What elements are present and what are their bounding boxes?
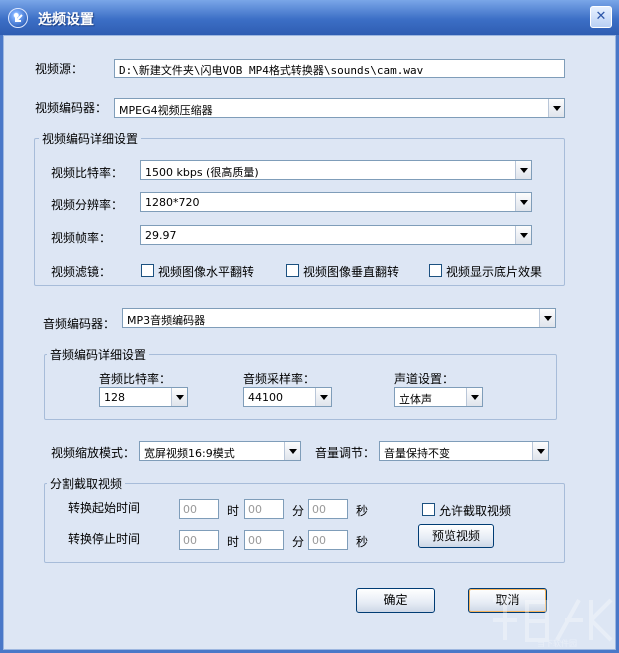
video-framerate-select[interactable]: 29.97 (140, 225, 532, 245)
chevron-down-icon[interactable] (171, 388, 187, 406)
video-detail-title: 视频编码详细设置 (39, 130, 142, 147)
settings-window: 选频设置 ✕ 视频源： D:\新建文件夹\闪电VOB MP4格式转换器\soun… (0, 0, 619, 653)
audio-encoder-select[interactable]: MP3音频编码器 (122, 308, 556, 328)
video-encoder-value: MPEG4视频压缩器 (119, 104, 213, 117)
watermark-logo: 当下软件园 (487, 590, 617, 651)
hour-unit: 时 (227, 535, 240, 549)
scale-mode-select[interactable]: 宽屏视频16:9模式 (139, 441, 301, 461)
end-hour-input[interactable]: 00 (179, 530, 219, 550)
audio-bitrate-label: 音频比特率： (99, 372, 172, 386)
video-encoder-label: 视频编码器： (35, 101, 108, 115)
filter-negative-label[interactable]: 视频显示底片效果 (446, 263, 542, 280)
end-minute-input[interactable]: 00 (244, 530, 284, 550)
chevron-down-icon[interactable] (315, 388, 331, 406)
volume-value: 音量保持不变 (384, 447, 450, 460)
channel-label: 声道设置： (394, 372, 455, 386)
minute-unit: 分 (292, 535, 305, 549)
start-minute-input[interactable]: 00 (244, 499, 284, 519)
allow-split-checkbox[interactable] (422, 503, 435, 516)
filter-vflip-label[interactable]: 视频图像垂直翻转 (303, 263, 399, 280)
start-second-input[interactable]: 00 (308, 499, 348, 519)
video-bitrate-value: 1500 kbps (很高质量) (145, 166, 259, 179)
scale-mode-value: 宽屏视频16:9模式 (144, 447, 235, 460)
video-source-label: 视频源： (35, 62, 84, 76)
chevron-down-icon[interactable] (539, 309, 555, 327)
filter-hflip-label[interactable]: 视频图像水平翻转 (158, 263, 254, 280)
filter-negative-checkbox[interactable] (429, 264, 442, 277)
video-filter-label: 视频滤镜： (51, 265, 112, 279)
video-resolution-select[interactable]: 1280*720 (140, 192, 532, 212)
chevron-down-icon[interactable] (515, 193, 531, 211)
chevron-down-icon[interactable] (515, 226, 531, 244)
dialog-body: 视频源： D:\新建文件夹\闪电VOB MP4格式转换器\sounds\cam.… (3, 35, 616, 650)
close-icon: ✕ (595, 9, 607, 24)
second-unit: 秒 (356, 504, 369, 518)
volume-label: 音量调节： (315, 446, 376, 460)
video-resolution-label: 视频分辨率： (51, 198, 124, 212)
chevron-down-icon[interactable] (515, 161, 531, 179)
app-arrow-icon (8, 8, 28, 28)
video-framerate-value: 29.97 (145, 229, 177, 242)
chevron-down-icon[interactable] (466, 388, 482, 406)
close-button[interactable]: ✕ (590, 6, 612, 28)
start-hour-input[interactable]: 00 (179, 499, 219, 519)
channel-value: 立体声 (399, 393, 432, 406)
chevron-down-icon[interactable] (532, 442, 548, 460)
audio-bitrate-value: 128 (104, 391, 125, 404)
split-group (44, 483, 565, 563)
second-unit: 秒 (356, 535, 369, 549)
video-framerate-label: 视频帧率： (51, 231, 112, 245)
start-time-label: 转换起始时间 (68, 501, 141, 515)
minute-unit: 分 (292, 504, 305, 518)
filter-hflip-checkbox[interactable] (141, 264, 154, 277)
audio-encoder-label: 音频编码器： (43, 317, 116, 331)
audio-bitrate-select[interactable]: 128 (99, 387, 188, 407)
ok-button[interactable]: 确定 (356, 588, 435, 613)
channel-select[interactable]: 立体声 (394, 387, 483, 407)
audio-encoder-value: MP3音频编码器 (127, 314, 206, 327)
preview-video-button[interactable]: 预览视频 (418, 524, 494, 548)
hour-unit: 时 (227, 504, 240, 518)
video-encoder-select[interactable]: MPEG4视频压缩器 (114, 98, 565, 118)
window-title: 选频设置 (38, 12, 94, 28)
audio-samplerate-value: 44100 (248, 391, 283, 404)
audio-samplerate-label: 音频采样率： (243, 372, 316, 386)
video-resolution-value: 1280*720 (145, 196, 200, 209)
end-second-input[interactable]: 00 (308, 530, 348, 550)
video-source-input[interactable]: D:\新建文件夹\闪电VOB MP4格式转换器\sounds\cam.wav (114, 59, 565, 78)
scale-mode-label: 视频缩放模式： (51, 446, 136, 460)
end-time-label: 转换停止时间 (68, 532, 141, 546)
chevron-down-icon[interactable] (284, 442, 300, 460)
chevron-down-icon[interactable] (548, 99, 564, 117)
video-bitrate-select[interactable]: 1500 kbps (很高质量) (140, 160, 532, 180)
filter-vflip-checkbox[interactable] (286, 264, 299, 277)
audio-samplerate-select[interactable]: 44100 (243, 387, 332, 407)
volume-select[interactable]: 音量保持不变 (379, 441, 549, 461)
watermark-text: 当下软件园 (537, 638, 577, 648)
title-bar[interactable]: 选频设置 ✕ (0, 0, 619, 35)
audio-detail-title: 音频编码详细设置 (47, 346, 150, 363)
split-title: 分割截取视频 (47, 475, 126, 492)
allow-split-label[interactable]: 允许截取视频 (439, 502, 511, 519)
video-bitrate-label: 视频比特率： (51, 166, 124, 180)
